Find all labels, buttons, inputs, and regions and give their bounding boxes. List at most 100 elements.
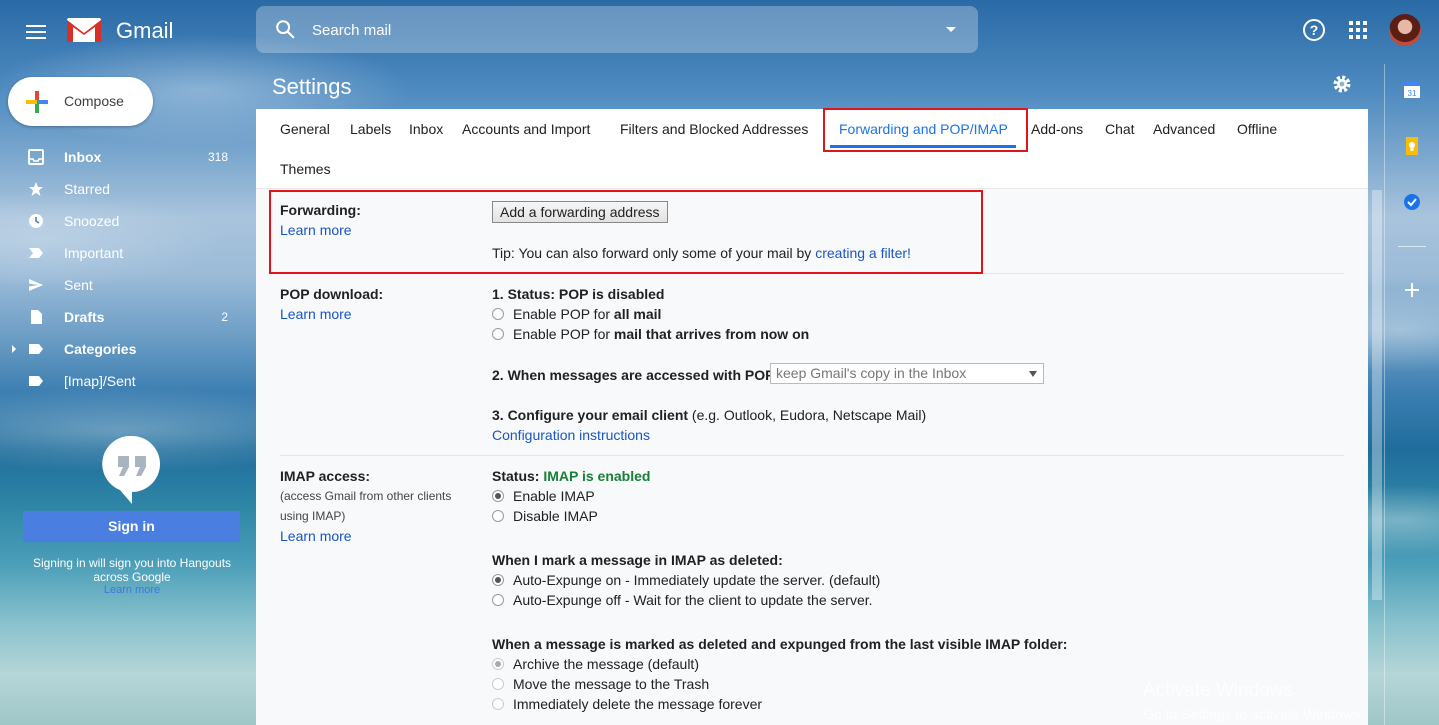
side-panel: 31 [1384,64,1439,725]
forwarding-tip-text: Tip: You can also forward only some of y… [492,245,816,261]
sidebar-item-label: Sent [64,277,93,293]
plus-icon [26,91,48,113]
pop-from-now-option[interactable]: Enable POP for mail that arrives from no… [513,326,809,342]
active-tab-indicator [830,145,1016,148]
sidebar-item-drafts[interactable]: Drafts 2 [0,301,256,333]
tab-forwarding-and-pop-imap[interactable]: Forwarding and POP/IMAP [839,121,1008,137]
sidebar-item-imap-sent[interactable]: [Imap]/Sent [0,365,256,397]
imap-expunged-heading: When a message is marked as deleted and … [492,636,1068,652]
imap-status-value: IMAP is enabled [543,468,651,484]
pop-all-mail-radio[interactable] [492,308,504,320]
tab-themes[interactable]: Themes [280,161,331,177]
side-panel-divider [1384,64,1385,725]
configure-client-row: 3. Configure your email client (e.g. Out… [492,407,926,423]
windows-activation-watermark: Activate Windows Go to Settings to activ… [1143,680,1364,722]
delete-forever-radio[interactable] [492,698,504,710]
draft-icon [31,310,42,324]
svg-text:31: 31 [1408,89,1417,98]
pop-access-label: 2. When messages are accessed with POP [492,367,775,383]
pop-download-label: POP download: [280,286,384,302]
top-bar: Gmail ? [0,0,1439,64]
tab-accounts-and-import[interactable]: Accounts and Import [462,121,590,137]
option-text: Enable POP for [513,306,614,322]
pop-from-now-radio[interactable] [492,328,504,340]
tab-add-ons[interactable]: Add-ons [1031,121,1083,137]
move-to-trash-radio[interactable] [492,678,504,690]
configure-client-label: 3. Configure your email client [492,407,689,423]
auto-expunge-off-option[interactable]: Auto-Expunge off - Wait for the client t… [513,592,873,608]
forwarding-learn-more-link[interactable]: Learn more [280,222,352,238]
enable-imap-radio[interactable] [492,490,504,502]
disable-imap-radio[interactable] [492,510,504,522]
compose-label: Compose [64,93,124,109]
label-icon [29,376,43,386]
imap-status: Status: IMAP is enabled [492,468,650,484]
search-icon[interactable] [274,18,296,40]
pop-action-select[interactable]: keep Gmail's copy in the Inbox [770,363,1044,384]
sidebar-item-label: Starred [64,181,110,197]
configuration-instructions-link[interactable]: Configuration instructions [492,427,650,443]
pop-all-mail-option[interactable]: Enable POP for all mail [513,306,661,322]
sidebar-item-inbox[interactable]: Inbox 318 [0,141,256,173]
hangouts-sign-in-button[interactable]: Sign in [23,511,240,542]
move-to-trash-option[interactable]: Move the message to the Trash [513,676,709,692]
pop-action-selected-value: keep Gmail's copy in the Inbox [776,365,967,381]
tab-inbox[interactable]: Inbox [409,121,443,137]
auto-expunge-off-radio[interactable] [492,594,504,606]
sidebar-item-snoozed[interactable]: Snoozed [0,205,256,237]
tab-filters-and-blocked-addresses[interactable]: Filters and Blocked Addresses [620,121,808,137]
tab-labels[interactable]: Labels [350,121,391,137]
auto-expunge-on-radio[interactable] [492,574,504,586]
pop-learn-more-link[interactable]: Learn more [280,306,352,322]
clock-icon [29,214,43,228]
archive-message-option[interactable]: Archive the message (default) [513,656,699,672]
help-icon[interactable]: ? [1302,18,1326,42]
configure-client-note: (e.g. Outlook, Eudora, Netscape Mail) [688,407,927,423]
sidebar-item-important[interactable]: Important [0,237,256,269]
sidebar-item-label: [Imap]/Sent [64,373,136,389]
gmail-logo-icon[interactable] [66,16,102,44]
imap-deleted-heading: When I mark a message in IMAP as deleted… [492,552,783,568]
forwarding-label: Forwarding: [280,202,361,218]
create-filter-link[interactable]: creating a filter! [815,245,911,261]
search-bar[interactable] [256,6,978,53]
auto-expunge-on-option[interactable]: Auto-Expunge on - Immediately update the… [513,572,880,588]
tasks-icon[interactable] [1402,192,1422,212]
activation-subtitle: Go to Settings to activate Windows. [1143,706,1364,722]
sidebar-nav: Inbox 318 Starred Snoozed Important Sent… [0,141,256,397]
tab-general[interactable]: General [280,121,330,137]
important-icon [29,248,43,258]
pop-status-prefix: 1. Status: [492,286,559,302]
keep-icon[interactable] [1402,136,1422,156]
draft-count: 2 [221,310,228,324]
search-options-caret-icon[interactable] [946,27,956,32]
section-divider [280,273,1344,274]
account-avatar[interactable] [1389,14,1421,46]
hangouts-learn-more-link[interactable]: Learn more [22,584,242,596]
tab-chat[interactable]: Chat [1105,121,1135,137]
sidebar-item-categories[interactable]: Categories [0,333,256,365]
tab-offline[interactable]: Offline [1237,121,1277,137]
scrollbar[interactable] [1372,190,1382,600]
calendar-icon[interactable]: 31 [1402,80,1422,100]
expand-arrow-icon[interactable] [12,345,16,353]
section-divider [280,455,1344,456]
apps-grid-icon[interactable] [1348,20,1368,40]
option-bold-text: all mail [613,306,662,322]
sidebar-item-starred[interactable]: Starred [0,173,256,205]
tab-advanced[interactable]: Advanced [1153,121,1215,137]
main-menu-button[interactable] [20,16,52,48]
disable-imap-option[interactable]: Disable IMAP [513,508,598,524]
option-bold-text: mail that arrives from now on [613,326,810,342]
enable-imap-option[interactable]: Enable IMAP [513,488,595,504]
imap-learn-more-link[interactable]: Learn more [280,528,352,544]
delete-forever-option[interactable]: Immediately delete the message forever [513,696,762,712]
archive-message-radio[interactable] [492,658,504,670]
add-icon[interactable] [1402,280,1422,300]
gear-icon[interactable] [1332,74,1352,94]
sidebar-item-sent[interactable]: Sent [0,269,256,301]
add-forwarding-address-button[interactable]: Add a forwarding address [492,201,668,223]
search-input[interactable] [312,19,912,41]
svg-text:?: ? [1310,22,1319,38]
compose-button[interactable]: Compose [8,77,153,126]
